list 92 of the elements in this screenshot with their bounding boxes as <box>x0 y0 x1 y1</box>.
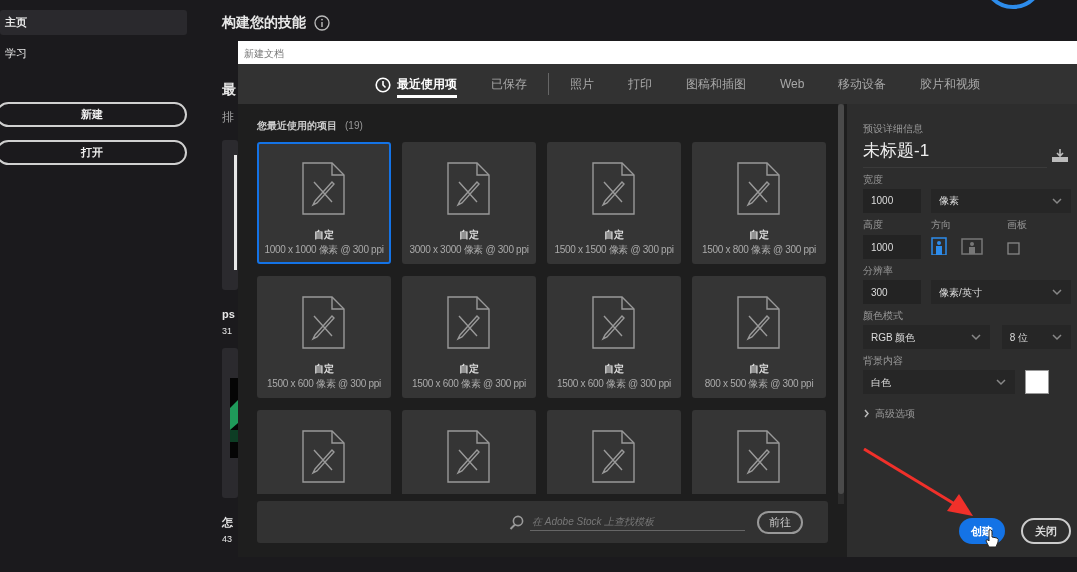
resolution-field[interactable]: 300 <box>863 280 921 304</box>
preset-name: 自定 <box>749 362 769 376</box>
document-icon <box>737 296 780 349</box>
recent-count: (19) <box>345 119 363 133</box>
preset-size: 1500 x 600 像素 @ 300 ppi <box>267 377 381 391</box>
document-icon <box>302 296 345 349</box>
preset-name: 自定 <box>604 362 624 376</box>
tutorial-title: ps <box>222 307 235 322</box>
tab[interactable]: 胶片和视频 <box>903 62 998 106</box>
field-label: 高度 <box>863 217 884 232</box>
tab[interactable]: 打印 <box>611 62 669 106</box>
portrait-orientation-icon[interactable] <box>931 236 947 255</box>
tab[interactable]: 照片 <box>553 62 611 106</box>
sidebar-item[interactable]: 学习 <box>0 41 187 66</box>
preset-name: 自定 <box>604 228 624 242</box>
landscape-orientation-icon[interactable] <box>961 236 983 255</box>
clock-icon <box>375 77 391 93</box>
preset-name: 自定 <box>314 228 334 242</box>
panel-heading: 预设详细信息 <box>863 122 924 136</box>
background-select[interactable]: 白色 <box>863 370 1015 394</box>
field-label: 分辨率 <box>863 264 894 278</box>
chevron-down-icon <box>1051 332 1063 342</box>
document-icon <box>447 162 490 215</box>
field-label: 颜色模式 <box>863 309 904 323</box>
tutorial-duration: 31 <box>222 324 232 338</box>
section-subtitle: 排 <box>222 109 234 126</box>
preset-name: 自定 <box>314 362 334 376</box>
dialog-title: 新建文档 <box>238 41 1077 64</box>
sidebar-item[interactable]: 主页 <box>0 10 187 35</box>
preset-card[interactable]: 自定 800 x 500 像素 @ 300 ppi <box>692 276 826 398</box>
preset-size: 1000 x 1000 像素 @ 300 ppi <box>264 243 384 257</box>
chevron-down-icon <box>1051 287 1063 297</box>
new-button[interactable]: 新建 <box>0 102 187 127</box>
preset-size: 3000 x 3000 像素 @ 300 ppi <box>409 243 529 257</box>
info-icon <box>314 14 330 31</box>
preset-size: 1500 x 1500 像素 @ 300 ppi <box>554 243 674 257</box>
document-icon <box>592 430 635 483</box>
height-field[interactable]: 1000 <box>863 235 921 259</box>
recent-heading: 您最近使用的项目 <box>257 119 337 133</box>
preset-card[interactable]: 自定 1000 x 1000 像素 @ 300 ppi <box>257 142 391 264</box>
tab[interactable]: 已保存 <box>474 62 544 106</box>
tutorial-title: 怎 <box>222 515 233 530</box>
tab[interactable]: 最近使用项 <box>358 62 474 106</box>
preset-size: 1500 x 600 像素 @ 300 ppi <box>557 377 671 391</box>
document-icon <box>737 430 780 483</box>
field-label: 方向 <box>931 217 952 232</box>
width-field[interactable]: 1000 <box>863 188 921 213</box>
section-heading: 构建您的技能 <box>222 13 306 32</box>
document-icon <box>447 296 490 349</box>
scrollbar[interactable] <box>838 104 844 504</box>
preset-card[interactable]: 自定 3000 x 3000 像素 @ 300 ppi <box>402 142 536 264</box>
color-swatch[interactable] <box>1025 370 1049 394</box>
tutorial-duration: 43 <box>222 532 232 546</box>
preset-size: 800 x 500 像素 @ 300 ppi <box>704 377 814 391</box>
document-icon <box>302 162 345 215</box>
preset-name: 自定 <box>459 228 479 242</box>
tab[interactable]: Web <box>763 62 822 106</box>
search-icon <box>509 514 524 530</box>
document-icon <box>592 296 635 349</box>
field-label: 背景内容 <box>863 354 904 368</box>
field-label: 画板 <box>1007 217 1027 232</box>
open-button[interactable]: 打开 <box>0 140 187 165</box>
preset-size: 1500 x 600 像素 @ 300 ppi <box>412 377 526 391</box>
preset-card[interactable]: 自定 1500 x 600 像素 @ 300 ppi <box>257 276 391 398</box>
document-icon <box>592 162 635 215</box>
go-button[interactable]: 前往 <box>757 510 803 534</box>
preset-card[interactable]: 自定 1500 x 600 像素 @ 300 ppi <box>547 276 681 398</box>
document-icon <box>447 430 490 483</box>
preset-card[interactable]: 自定 1500 x 600 像素 @ 300 ppi <box>402 276 536 398</box>
chevron-down-icon <box>1051 195 1063 206</box>
color-mode-select[interactable]: RGB 颜色 <box>863 325 990 349</box>
resolution-unit-select[interactable]: 像素/英寸 <box>931 280 1071 304</box>
tab[interactable]: 图稿和插图 <box>669 62 763 106</box>
advanced-options-toggle[interactable]: 高级选项 <box>875 406 915 421</box>
artboard-checkbox[interactable] <box>1007 241 1020 255</box>
preset-name: 自定 <box>749 228 769 242</box>
document-name-field[interactable]: 未标题-1 <box>863 138 1047 168</box>
document-icon <box>737 162 780 215</box>
chevron-down-icon <box>969 332 982 342</box>
preset-size: 1500 x 800 像素 @ 300 ppi <box>702 243 816 257</box>
preset-card[interactable]: 自定 1500 x 800 像素 @ 300 ppi <box>692 142 826 264</box>
preset-card[interactable]: 自定 1500 x 1500 像素 @ 300 ppi <box>547 142 681 264</box>
tab[interactable]: 移动设备 <box>821 62 904 106</box>
section-title: 最 <box>222 80 236 99</box>
field-label: 宽度 <box>863 172 884 187</box>
close-button[interactable]: 关闭 <box>1021 518 1071 544</box>
document-icon <box>302 430 345 483</box>
chevron-down-icon <box>995 377 1007 387</box>
preset-name: 自定 <box>459 362 479 376</box>
unit-select[interactable]: 像素 <box>931 188 1071 213</box>
save-preset-icon <box>1051 147 1069 162</box>
bit-depth-select[interactable]: 8 位 <box>1001 325 1071 349</box>
